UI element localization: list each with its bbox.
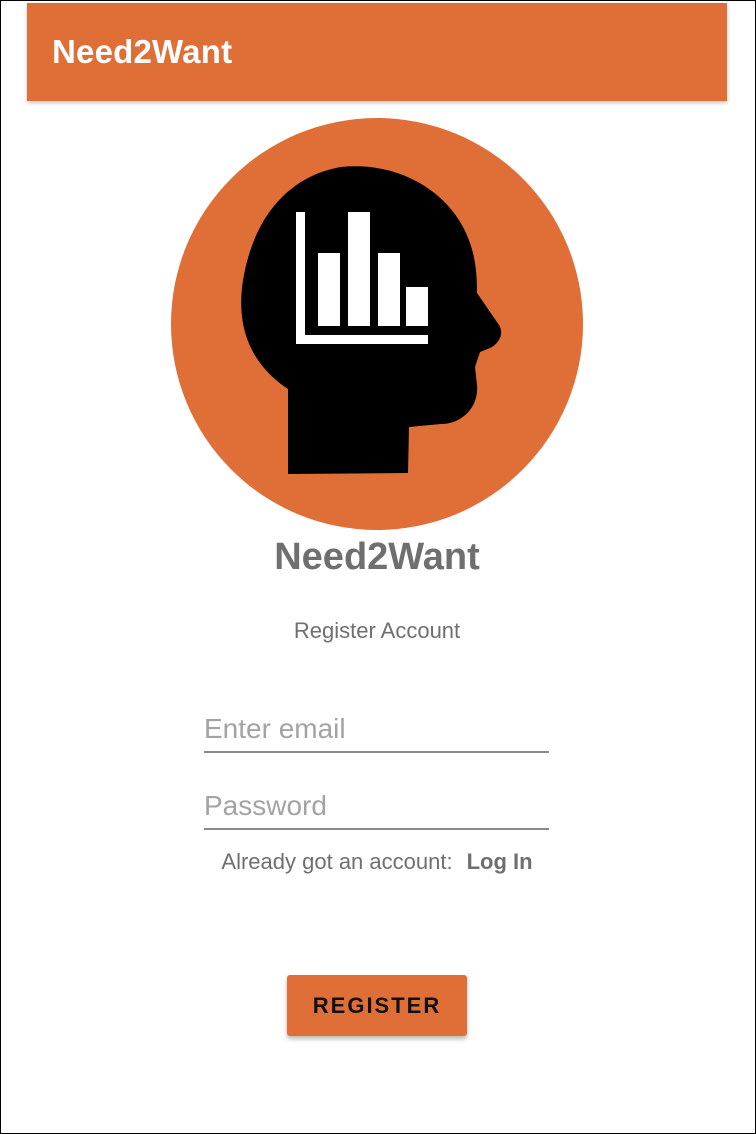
register-button[interactable]: REGISTER [287,975,467,1036]
login-link[interactable]: Log In [467,849,533,874]
chart-x-axis [296,335,428,344]
app-bar: Need2Want [27,3,727,101]
chart-bar-1 [318,253,340,326]
app-frame: Need2Want Need2Want Register Account Alr… [0,0,756,1134]
head-with-bar-chart-icon [171,118,583,530]
chart-bar-3 [378,253,400,326]
email-field[interactable] [204,707,549,753]
login-prompt: Already got an account: Log In [27,849,727,875]
chart-y-axis [296,212,305,343]
screen-subtitle: Register Account [293,618,461,643]
chart-bar-4 [406,287,428,326]
app-screen: Need2Want Need2Want Register Account Alr… [27,3,727,1131]
password-field[interactable] [204,784,549,830]
app-bar-title: Need2Want [52,33,233,70]
chart-bar-2 [348,212,370,326]
app-name: Need2Want [274,536,480,578]
login-prompt-text: Already got an account: [221,849,453,874]
